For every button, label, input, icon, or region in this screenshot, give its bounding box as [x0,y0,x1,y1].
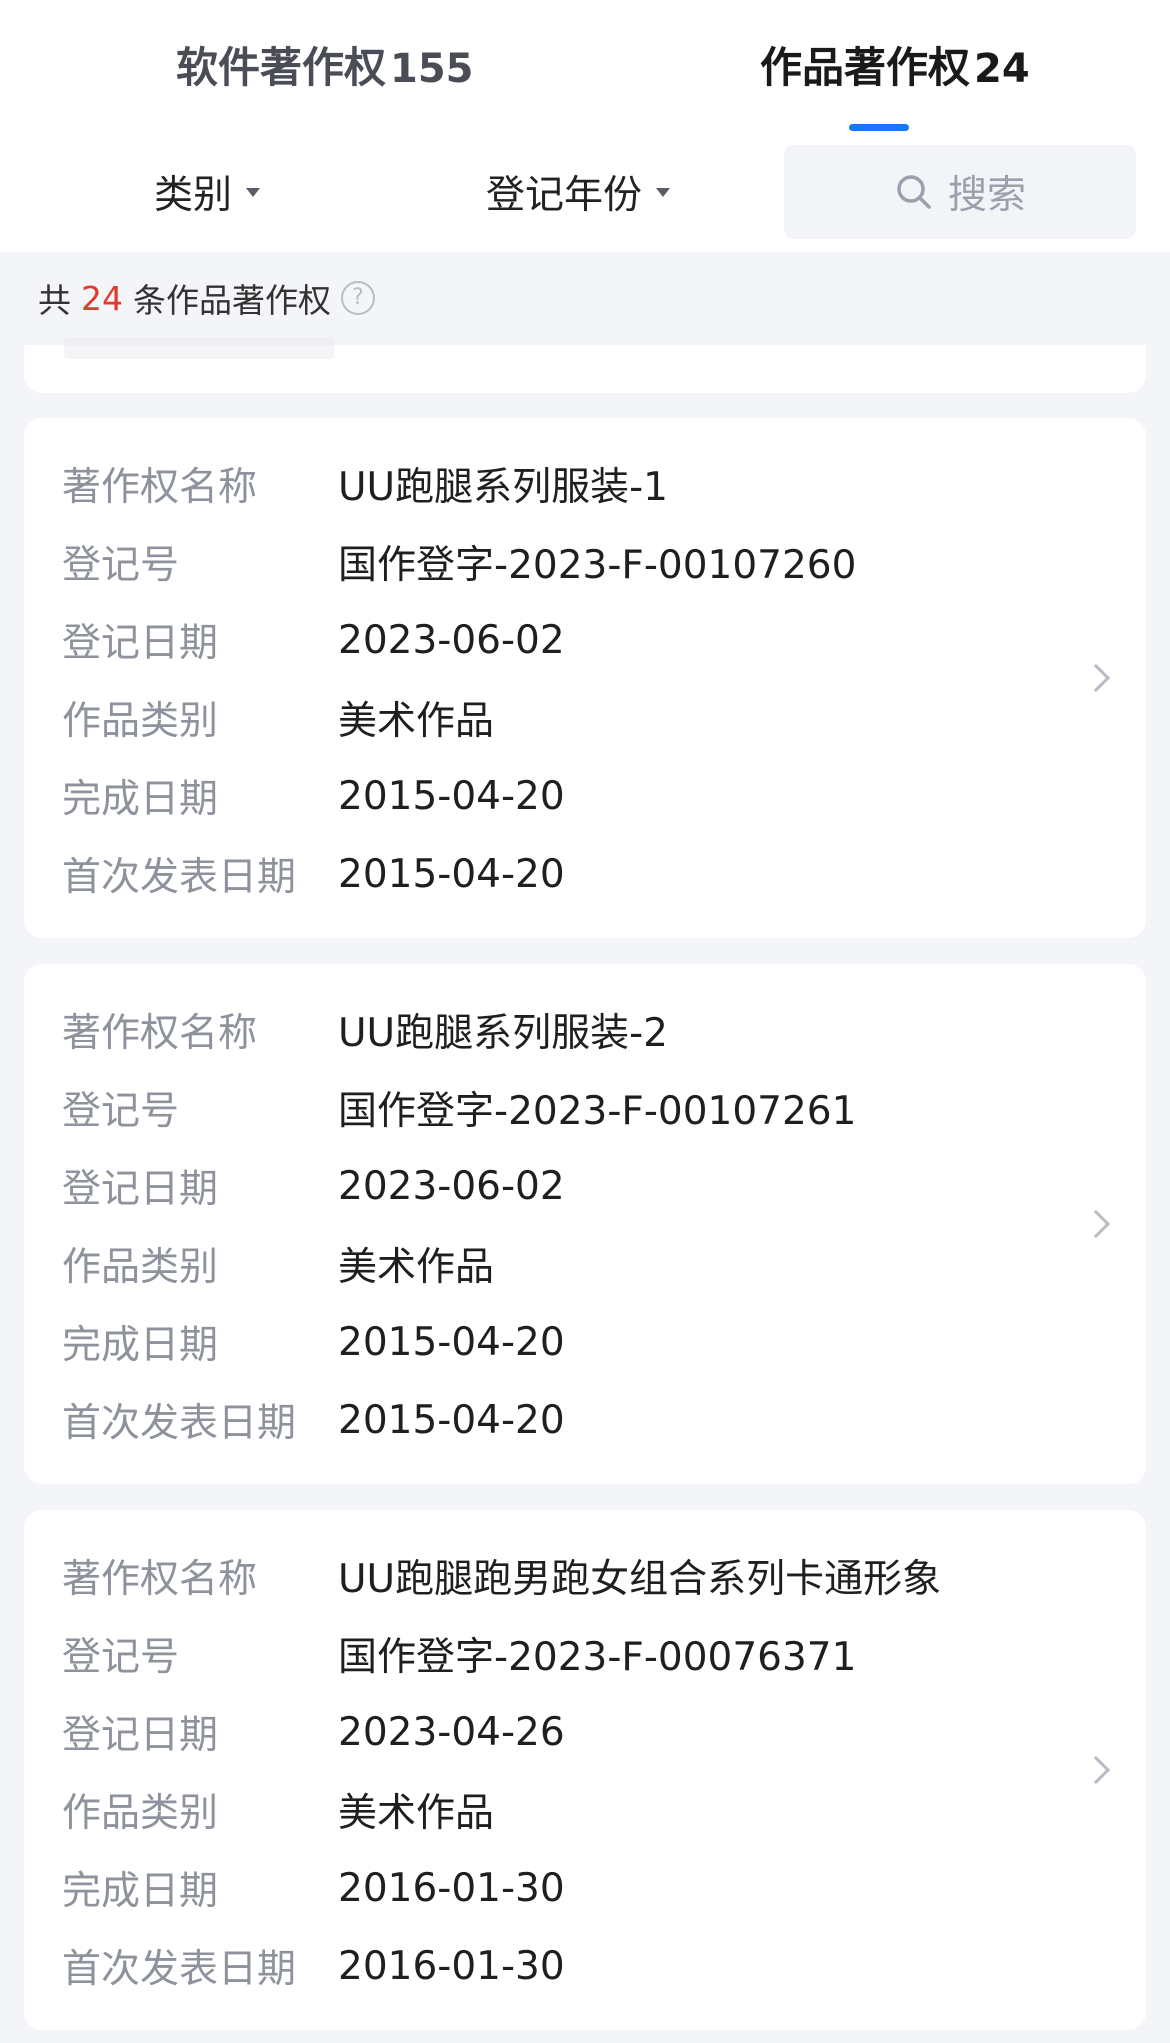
field-label: 登记号 [62,543,180,588]
registration-number: 国作登字-2023-F-00107261 [338,1089,857,1134]
field-label: 完成日期 [62,777,219,822]
record-card[interactable]: 著作权名称 UU跑腿跑男跑女组合系列卡通形象 登记号 国作登字-2023-F-0… [24,1510,1146,2030]
field-reg-date: 登记日期 2023-06-02 [62,610,565,670]
tab-works-count: 24 [974,46,1030,92]
search-icon [897,175,931,209]
tab-works-label: 作品著作权 [760,43,971,92]
field-completion-date: 完成日期 2015-04-20 [62,766,565,826]
field-first-publish-date: 首次发表日期 2015-04-20 [62,1390,565,1450]
chevron-right-icon [1081,1755,1111,1785]
record-card[interactable]: 著作权名称 UU跑腿系列服装-1 登记号 国作登字-2023-F-0010726… [24,418,1146,938]
search-label: 搜索 [947,173,1026,218]
work-category: 美术作品 [338,1245,495,1290]
field-category: 作品类别 美术作品 [62,688,494,748]
summary-prefix: 共 [38,281,71,320]
record-card[interactable]: 著作权名称 UU跑腿系列服装-2 登记号 国作登字-2023-F-0010726… [24,964,1146,1484]
completion-date: 2016-01-30 [338,1865,565,1911]
search-button[interactable]: 搜索 [784,145,1136,239]
field-reg-no: 登记号 国作登字-2023-F-00107261 [62,1078,856,1138]
field-label: 著作权名称 [62,1557,258,1602]
field-label: 著作权名称 [62,465,258,510]
work-category: 美术作品 [338,699,495,744]
field-label: 完成日期 [62,1323,219,1368]
field-label: 登记日期 [62,621,219,666]
field-label: 登记日期 [62,1167,219,1212]
field-label: 作品类别 [62,1791,219,1836]
first-publish-date: 2016-01-30 [338,1943,565,1989]
category-filter-label: 类别 [154,173,233,218]
chevron-right-icon [1081,663,1111,693]
field-label: 著作权名称 [62,1011,258,1056]
tab-software-label: 软件著作权 [176,43,387,92]
field-reg-no: 登记号 国作登字-2023-F-00076371 [62,1624,856,1684]
partial-record-card[interactable] [24,337,1146,393]
field-name: 著作权名称 UU跑腿系列服装-1 [62,454,668,514]
field-label: 作品类别 [62,699,219,744]
summary-suffix: 条作品著作权 [133,281,331,320]
registration-date: 2023-04-26 [338,1709,565,1755]
result-summary: 共 24 条作品著作权 ? [38,270,375,326]
field-label: 首次发表日期 [62,1947,297,1992]
first-publish-date: 2015-04-20 [338,1397,565,1443]
field-reg-date: 登记日期 2023-06-02 [62,1156,565,1216]
chevron-right-icon [1081,1209,1111,1239]
category-filter[interactable]: 类别 [154,164,261,220]
registration-date: 2023-06-02 [338,1163,565,1209]
field-label: 作品类别 [62,1245,219,1290]
field-label: 首次发表日期 [62,855,297,900]
top-bar: 软件著作权 155 作品著作权 24 类别 登记年份 搜索 [0,0,1170,252]
field-category: 作品类别 美术作品 [62,1234,494,1294]
year-filter-label: 登记年份 [486,173,643,218]
tab-software-count: 155 [390,46,474,92]
field-category: 作品类别 美术作品 [62,1780,494,1840]
year-filter[interactable]: 登记年份 [486,164,671,220]
field-label: 完成日期 [62,1869,219,1914]
caret-down-icon [656,187,671,197]
field-label: 登记号 [62,1635,180,1680]
caret-down-icon [246,187,261,197]
field-first-publish-date: 首次发表日期 2015-04-20 [62,844,565,904]
copyright-name: UU跑腿系列服装-2 [338,1011,668,1056]
field-reg-date: 登记日期 2023-04-26 [62,1702,565,1762]
copyright-name: UU跑腿跑男跑女组合系列卡通形象 [338,1557,942,1602]
registration-number: 国作登字-2023-F-00107260 [338,543,857,588]
first-publish-date: 2015-04-20 [338,851,565,897]
field-name: 著作权名称 UU跑腿系列服装-2 [62,1000,668,1060]
summary-count: 24 [81,278,123,318]
completion-date: 2015-04-20 [338,1319,565,1365]
work-category: 美术作品 [338,1791,495,1836]
registration-date: 2023-06-02 [338,617,565,663]
field-first-publish-date: 首次发表日期 2016-01-30 [62,1936,565,1996]
tab-works-copyright[interactable]: 作品著作权 24 [760,34,1030,94]
field-reg-no: 登记号 国作登字-2023-F-00107260 [62,532,856,592]
field-label: 登记日期 [62,1713,219,1758]
registration-number: 国作登字-2023-F-00076371 [338,1635,857,1680]
field-completion-date: 完成日期 2016-01-30 [62,1858,565,1918]
field-name: 著作权名称 UU跑腿跑男跑女组合系列卡通形象 [62,1546,941,1606]
field-completion-date: 完成日期 2015-04-20 [62,1312,565,1372]
tab-software-copyright[interactable]: 软件著作权 155 [176,34,474,94]
completion-date: 2015-04-20 [338,773,565,819]
active-tab-indicator [849,124,909,131]
field-label: 首次发表日期 [62,1401,297,1446]
copyright-name: UU跑腿系列服装-1 [338,465,668,510]
clipped-text [64,337,334,359]
help-icon[interactable]: ? [341,281,375,315]
field-label: 登记号 [62,1089,180,1134]
